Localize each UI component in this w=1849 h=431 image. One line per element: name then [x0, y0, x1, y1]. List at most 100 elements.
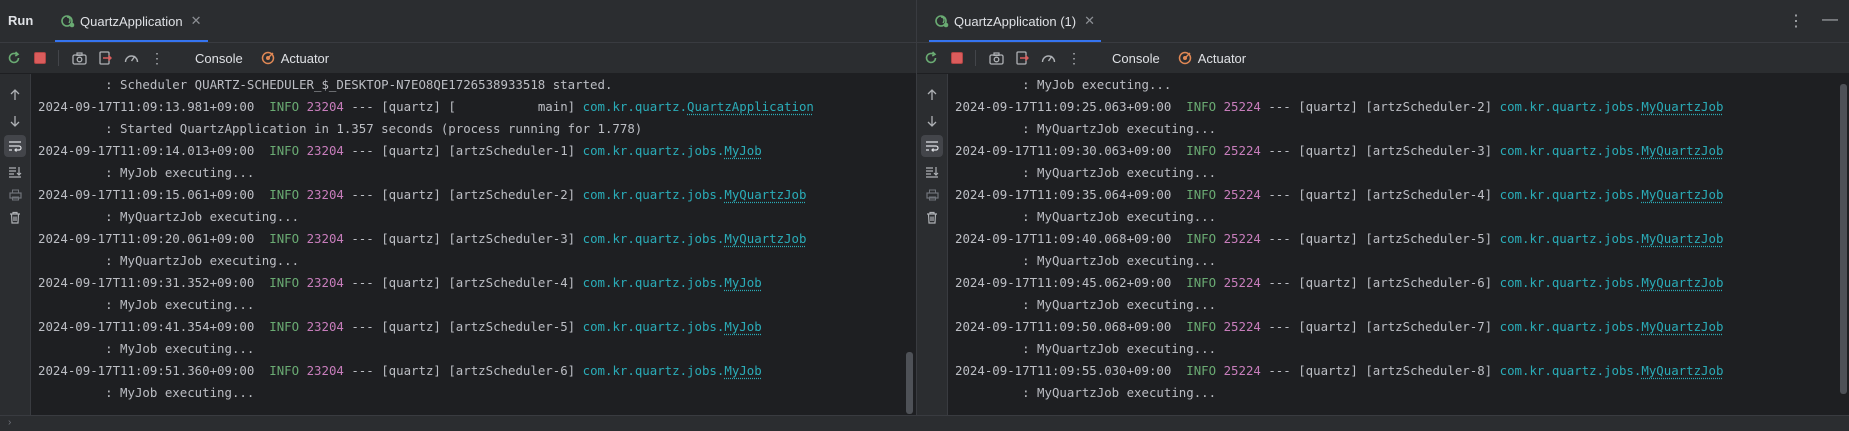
console-scrollbar[interactable] — [906, 352, 913, 414]
log-line: 2024-09-17T11:09:20.061+09:00 INFO 23204… — [38, 228, 902, 250]
log-logger-class-link[interactable]: MyQuartzJob — [1641, 231, 1723, 246]
print-button[interactable] — [4, 184, 26, 206]
print-button[interactable] — [921, 184, 943, 206]
log-timestamp: 2024-09-17T11:09:14.013+09:00 — [38, 143, 255, 158]
log-level: INFO — [269, 275, 300, 290]
console-tab[interactable]: Console — [195, 51, 243, 66]
log-message-line: : MyJob executing... — [38, 162, 902, 184]
log-logger-package: com.kr.quartz. — [582, 99, 688, 114]
log-message: : MyQuartzJob executing... — [955, 385, 1217, 400]
console-tab-label: Console — [195, 50, 243, 66]
log-line: 2024-09-17T11:09:31.352+09:00 INFO 23204… — [38, 272, 902, 294]
clear-all-button[interactable] — [921, 206, 943, 228]
log-line: 2024-09-17T11:09:15.061+09:00 INFO 23204… — [38, 184, 902, 206]
dashboard-icon — [124, 55, 138, 63]
screenshot-button[interactable] — [984, 47, 1008, 69]
console-tab[interactable]: Console — [1112, 51, 1160, 66]
scroll-up-button[interactable] — [4, 84, 26, 106]
stop-button[interactable] — [945, 47, 969, 69]
toolbar-separator — [58, 50, 59, 66]
tab-quartz-application-1[interactable]: QuartzApplication (1) ✕ — [929, 0, 1102, 42]
console-scrollbar[interactable] — [1840, 84, 1847, 394]
log-message: : MyQuartzJob executing... — [955, 341, 1217, 356]
screenshot-button[interactable] — [67, 47, 91, 69]
stop-button[interactable] — [28, 47, 52, 69]
log-message-line: : MyQuartzJob executing... — [38, 206, 902, 228]
actuator-tab[interactable]: Actuator — [1178, 51, 1246, 66]
log-logger-class-link[interactable]: MyJob — [724, 275, 761, 290]
exit-icon — [99, 51, 112, 65]
arrow-down-icon — [10, 116, 20, 127]
log-pid: 23204 — [306, 363, 344, 378]
log-level: INFO — [269, 143, 300, 158]
minimize-icon[interactable]: — — [1822, 11, 1838, 31]
clear-all-button[interactable] — [4, 206, 26, 228]
more-button[interactable]: ⋮ — [145, 47, 169, 69]
soft-wrap-button[interactable] — [4, 135, 26, 157]
run-toolbar: ⋮ Console Actuator — [917, 43, 1849, 73]
scroll-up-button[interactable] — [921, 84, 943, 106]
log-logger-class-link[interactable]: MyQuartzJob — [1641, 187, 1723, 202]
log-timestamp: 2024-09-17T11:09:45.062+09:00 — [955, 275, 1172, 290]
log-thread: --- [quartz] [artzScheduler-5] — [343, 319, 583, 334]
log-logger-class-link[interactable]: MyQuartzJob — [1641, 143, 1723, 158]
rerun-button[interactable] — [2, 47, 26, 69]
log-pid: 25224 — [1223, 187, 1261, 202]
log-logger-class-link[interactable]: MyQuartzJob — [1641, 363, 1723, 378]
log-logger-class-link[interactable]: MyJob — [724, 319, 761, 334]
spring-run-icon — [61, 15, 75, 28]
log-pid: 25224 — [1223, 231, 1261, 246]
log-timestamp: 2024-09-17T11:09:25.063+09:00 — [955, 99, 1172, 114]
log-line: 2024-09-17T11:09:35.064+09:00 INFO 25224… — [955, 184, 1836, 206]
log-logger-class-link[interactable]: MyQuartzJob — [724, 231, 806, 246]
log-message-line: : Scheduler QUARTZ-SCHEDULER_$_DESKTOP-N… — [38, 74, 902, 96]
soft-wrap-icon — [926, 141, 939, 152]
soft-wrap-button[interactable] — [921, 135, 943, 157]
console-output[interactable]: : MyJob executing... 2024-09-17T11:09:25.… — [955, 74, 1836, 415]
log-thread: --- [quartz] [artzScheduler-5] — [1260, 231, 1500, 246]
console-output[interactable]: : Scheduler QUARTZ-SCHEDULER_$_DESKTOP-N… — [38, 74, 902, 415]
trash-icon — [927, 211, 937, 224]
close-icon[interactable]: ✕ — [191, 13, 202, 29]
log-level: INFO — [1186, 275, 1217, 290]
log-level: INFO — [269, 231, 300, 246]
log-logger-class-link[interactable]: QuartzApplication — [687, 99, 814, 114]
options-icon[interactable]: ⋮ — [1788, 11, 1804, 31]
scroll-down-button[interactable] — [4, 110, 26, 132]
log-message-line: : MyQuartzJob executing... — [955, 338, 1836, 360]
log-message: : MyJob executing... — [38, 385, 255, 400]
log-timestamp: 2024-09-17T11:09:40.068+09:00 — [955, 231, 1172, 246]
log-level: INFO — [1186, 231, 1217, 246]
log-logger-class-link[interactable]: MyJob — [724, 143, 761, 158]
scroll-down-button[interactable] — [921, 110, 943, 132]
log-line: 2024-09-17T11:09:51.360+09:00 INFO 23204… — [38, 360, 902, 382]
log-logger-package: com.kr.quartz.jobs. — [1499, 363, 1642, 378]
scroll-to-end-button[interactable] — [4, 161, 26, 183]
log-thread: --- [quartz] [artzScheduler-6] — [1260, 275, 1500, 290]
scroll-to-end-button[interactable] — [921, 161, 943, 183]
exit-button[interactable] — [1010, 47, 1034, 69]
log-line: 2024-09-17T11:09:50.068+09:00 INFO 25224… — [955, 316, 1836, 338]
log-level: INFO — [269, 99, 300, 114]
rerun-button[interactable] — [919, 47, 943, 69]
log-thread: --- [quartz] [artzScheduler-7] — [1260, 319, 1500, 334]
status-breadcrumb-icon: › — [8, 417, 12, 428]
log-logger-class-link[interactable]: MyQuartzJob — [1641, 275, 1723, 290]
dashboard-button[interactable] — [1036, 47, 1060, 69]
log-thread: --- [quartz] [artzScheduler-2] — [1260, 99, 1500, 114]
actuator-tab[interactable]: Actuator — [261, 51, 329, 66]
log-logger-class-link[interactable]: MyQuartzJob — [724, 187, 806, 202]
log-message: : MyJob executing... — [955, 77, 1172, 92]
more-button[interactable]: ⋮ — [1062, 47, 1086, 69]
dashboard-button[interactable] — [119, 47, 143, 69]
log-logger-class-link[interactable]: MyQuartzJob — [1641, 99, 1723, 114]
tab-quartz-application[interactable]: QuartzApplication ✕ — [55, 0, 208, 42]
log-message-line: : MyQuartzJob executing... — [955, 118, 1836, 140]
log-thread: --- [quartz] [artzScheduler-2] — [343, 187, 583, 202]
exit-button[interactable] — [93, 47, 117, 69]
log-pid: 25224 — [1223, 319, 1261, 334]
log-logger-class-link[interactable]: MyJob — [724, 363, 761, 378]
log-logger-class-link[interactable]: MyQuartzJob — [1641, 319, 1723, 334]
close-icon[interactable]: ✕ — [1084, 13, 1095, 29]
toolbar-separator — [975, 50, 976, 66]
